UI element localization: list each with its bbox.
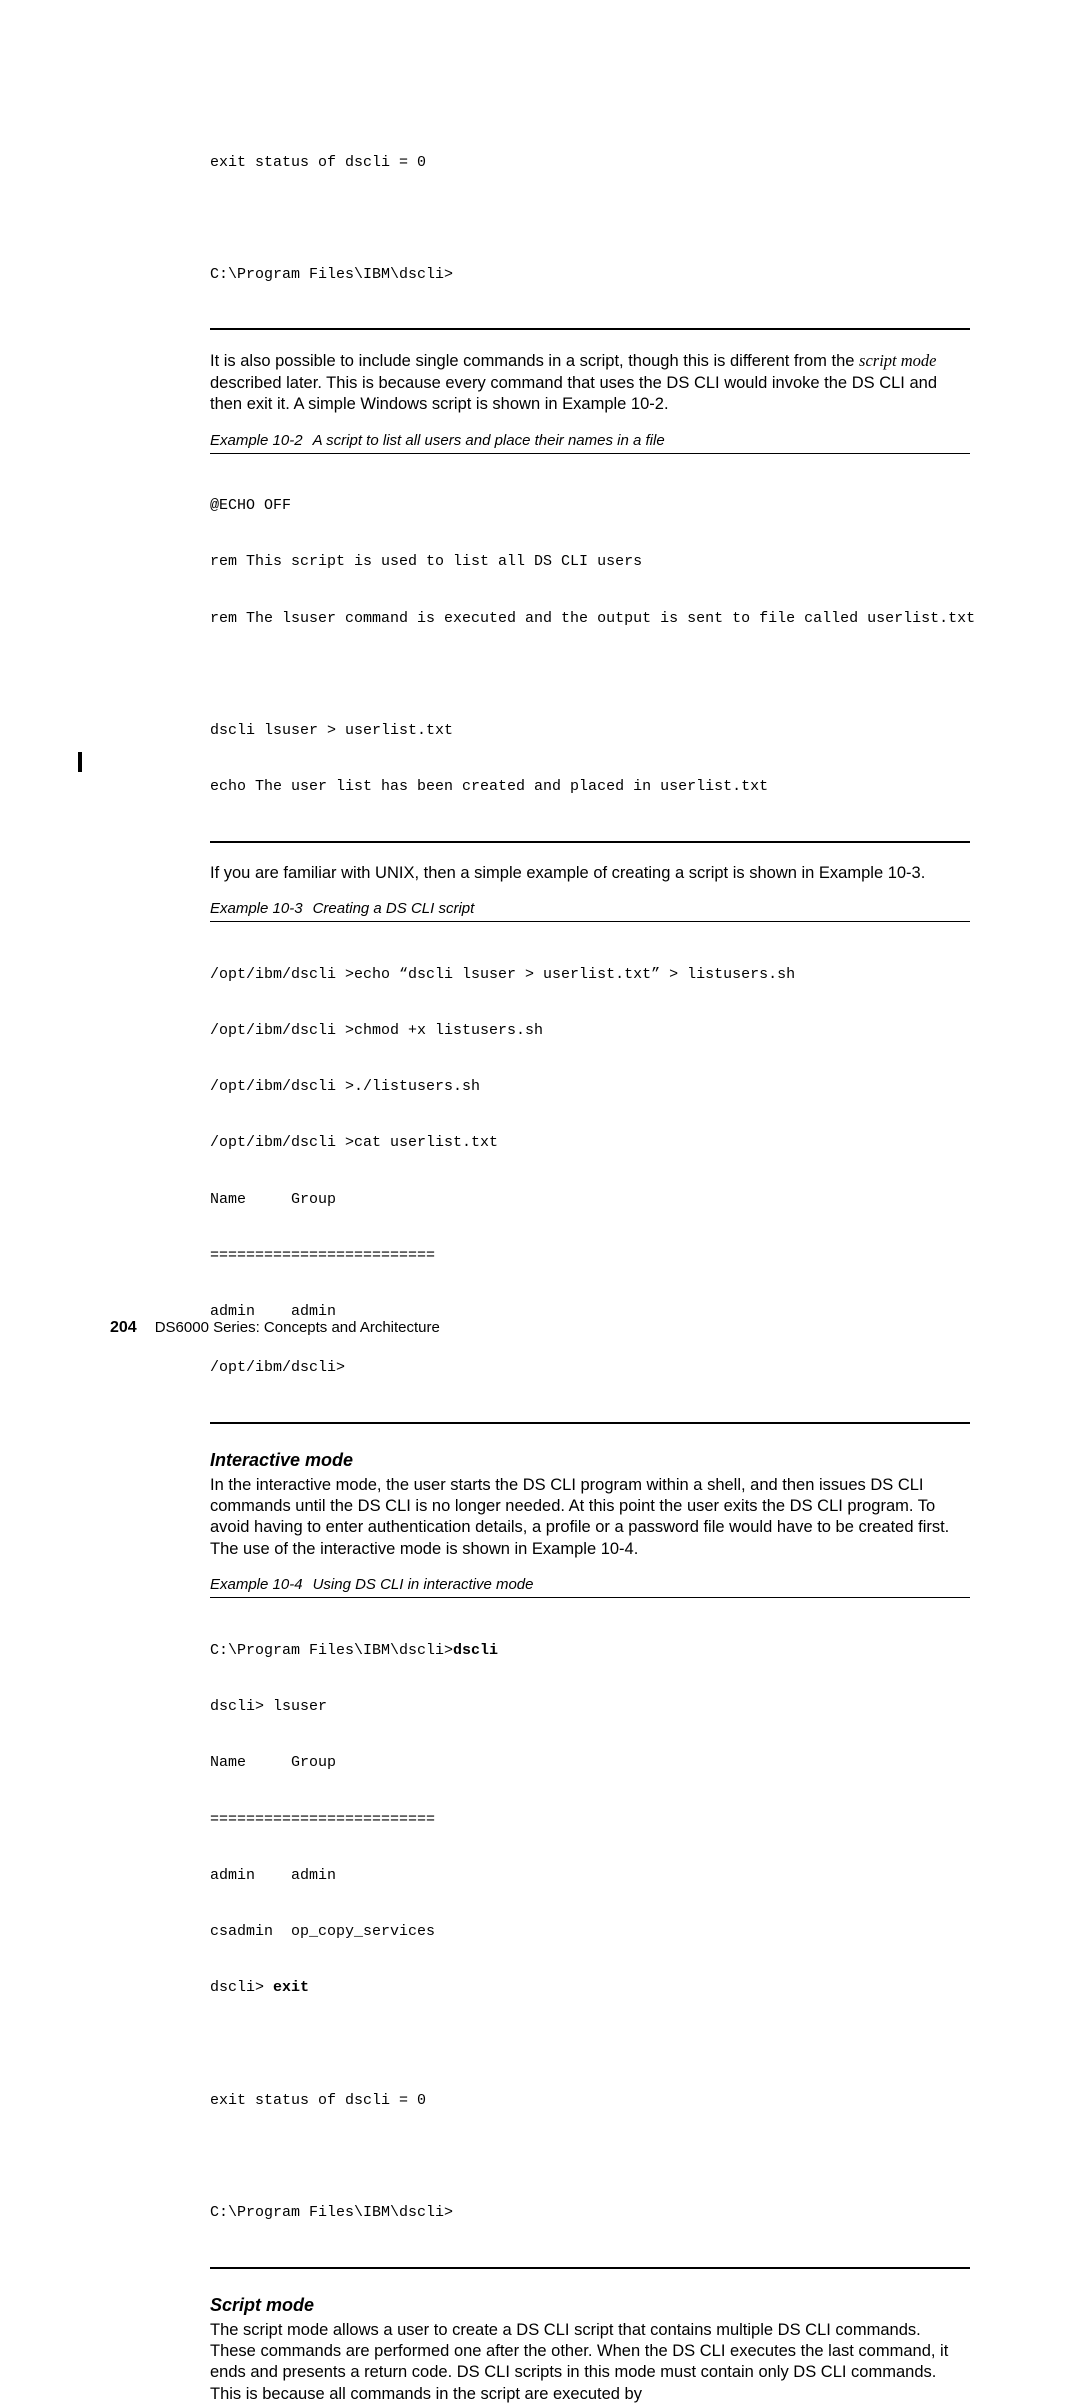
text: dscli> — [210, 1979, 273, 1996]
example-title: Using DS CLI in interactive mode — [313, 1576, 534, 1593]
text: described later. This is because every c… — [210, 374, 937, 413]
revision-bar — [78, 752, 82, 772]
example-caption-10-4: Example 10-4 Using DS CLI in interactive … — [210, 1576, 970, 1598]
heading-interactive-mode: Interactive mode — [210, 1450, 970, 1471]
code-line: dscli lsuser > userlist.txt — [210, 722, 970, 741]
code-line: dscli> lsuser — [210, 1698, 970, 1717]
example-number: Example 10-3 — [210, 900, 303, 917]
rule — [210, 841, 970, 843]
example-number: Example 10-2 — [210, 432, 303, 449]
code-line: rem This script is used to list all DS C… — [210, 553, 970, 572]
code-line: C:\Program Files\IBM\dscli> — [210, 2204, 970, 2223]
code-line: exit status of dscli = 0 — [210, 154, 970, 173]
text-bold: dscli — [453, 1642, 498, 1659]
rule — [210, 2267, 970, 2269]
code-block-10-4: C:\Program Files\IBM\dscli>dscli dscli> … — [210, 1598, 970, 2266]
text-bold: exit — [273, 1979, 309, 1996]
code-line: /opt/ibm/dscli >cat userlist.txt — [210, 1134, 970, 1153]
code-line: /opt/ibm/dscli >echo “dscli lsuser > use… — [210, 966, 970, 985]
footer: 204 DS6000 Series: Concepts and Architect… — [110, 1319, 440, 1337]
code-line: dscli> exit — [210, 1979, 970, 1998]
code-line: /opt/ibm/dscli >chmod +x listusers.sh — [210, 1022, 970, 1041]
example-title: Creating a DS CLI script — [313, 900, 475, 917]
code-line: ========================= — [210, 1247, 970, 1266]
example-caption-10-3: Example 10-3 Creating a DS CLI script — [210, 900, 970, 922]
text: C:\Program Files\IBM\dscli> — [210, 1642, 453, 1659]
code-line: C:\Program Files\IBM\dscli>dscli — [210, 1642, 970, 1661]
code-line: /opt/ibm/dscli> — [210, 1359, 970, 1378]
example-caption-10-2: Example 10-2 A script to list all users a… — [210, 432, 970, 454]
heading-script-mode: Script mode — [210, 2295, 970, 2316]
rule — [210, 1422, 970, 1424]
page: exit status of dscli = 0 C:\Program File… — [0, 0, 1080, 1397]
example-number: Example 10-4 — [210, 1576, 303, 1593]
rule — [210, 328, 970, 330]
code-line: echo The user list has been created and … — [210, 778, 970, 797]
example-title: A script to list all users and place the… — [313, 432, 665, 449]
page-number: 204 — [110, 1319, 137, 1336]
text: It is also possible to include single co… — [210, 352, 859, 370]
code-line: /opt/ibm/dscli >./listusers.sh — [210, 1078, 970, 1097]
code-line: rem The lsuser command is executed and t… — [210, 610, 970, 629]
code-line: C:\Program Files\IBM\dscli> — [210, 266, 970, 285]
code-line: admin admin — [210, 1867, 970, 1886]
paragraph: If you are familiar with UNIX, then a si… — [210, 863, 970, 884]
code-line: Name Group — [210, 1754, 970, 1773]
code-block-10-3: /opt/ibm/dscli >echo “dscli lsuser > use… — [210, 922, 970, 1422]
paragraph: In the interactive mode, the user starts… — [210, 1475, 970, 1561]
paragraph: The script mode allows a user to create … — [210, 2320, 970, 2405]
code-line: Name Group — [210, 1191, 970, 1210]
footer-title: DS6000 Series: Concepts and Architecture — [155, 1319, 440, 1336]
paragraph: It is also possible to include single co… — [210, 350, 970, 415]
code-line: csadmin op_copy_services — [210, 1923, 970, 1942]
code-line: exit status of dscli = 0 — [210, 2092, 970, 2111]
code-block-10-2: @ECHO OFF rem This script is used to lis… — [210, 454, 970, 841]
code-line: ========================= — [210, 1811, 970, 1830]
code-block-top: exit status of dscli = 0 C:\Program File… — [210, 110, 970, 328]
code-line: @ECHO OFF — [210, 497, 970, 516]
text-italic: script mode — [859, 351, 936, 370]
